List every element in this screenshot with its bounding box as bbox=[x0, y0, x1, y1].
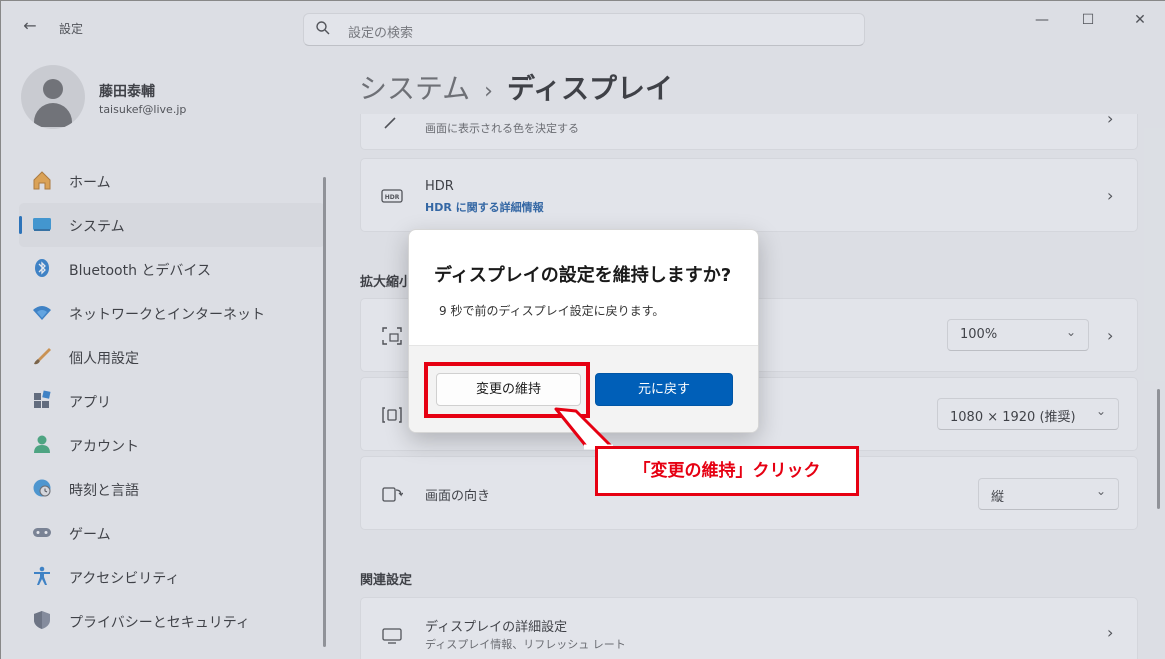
annotation-highlight-box bbox=[424, 362, 590, 418]
annotation-callout-text: 「変更の維持」クリック bbox=[598, 449, 856, 493]
dialog-countdown-message: 9 秒で前のディスプレイ設定に戻ります。 bbox=[439, 304, 665, 318]
settings-window: ← 設定 設定の検索 — ☐ ✕ 藤田泰輔 taisukef@live.jp ホ… bbox=[1, 1, 1165, 659]
revert-button[interactable]: 元に戻す bbox=[595, 373, 733, 406]
annotation-callout: 「変更の維持」クリック bbox=[595, 446, 859, 496]
dialog-title: ディスプレイの設定を維持しますか? bbox=[434, 265, 732, 286]
